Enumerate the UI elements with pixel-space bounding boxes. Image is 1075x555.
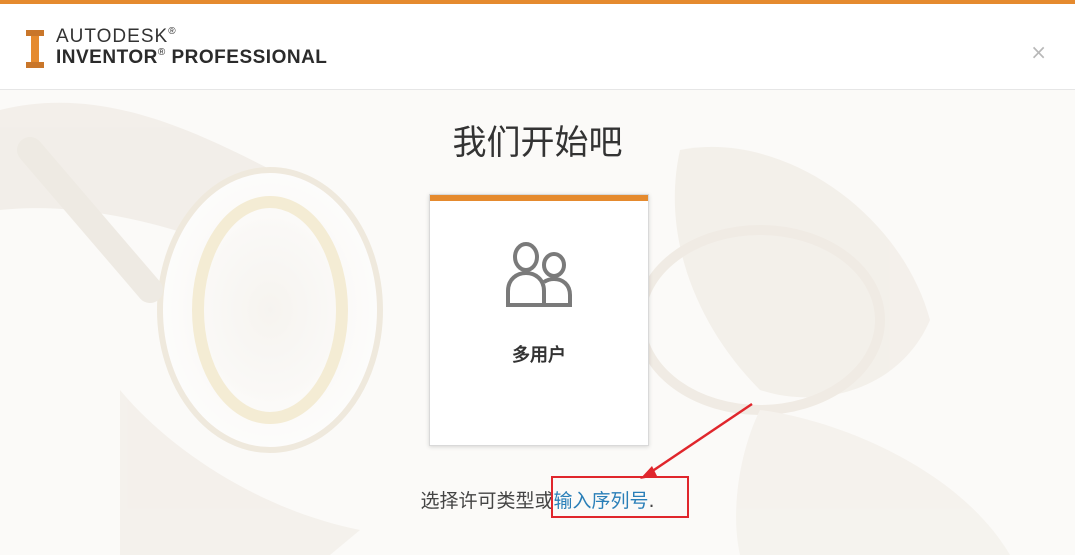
brand-product-name: INVENTOR® PROFESSIONAL (56, 47, 328, 68)
footer-prompt: 选择许可类型或输入序列号. (0, 486, 1075, 513)
multi-user-card[interactable]: 多用户 (429, 194, 649, 446)
annotation-highlight-box (551, 476, 689, 518)
card-label: 多用户 (512, 345, 566, 366)
header: AUTODESK® INVENTOR® PROFESSIONAL × (0, 4, 1075, 90)
footer-text: 选择许可类型或 (420, 490, 554, 512)
inventor-logo-icon (26, 30, 44, 68)
close-button[interactable]: × (1030, 42, 1047, 62)
card-accent-bar (430, 195, 648, 201)
page-title: 我们开始吧 (452, 123, 623, 163)
brand-autodesk: AUTODESK® (56, 26, 177, 47)
users-icon (506, 242, 572, 307)
